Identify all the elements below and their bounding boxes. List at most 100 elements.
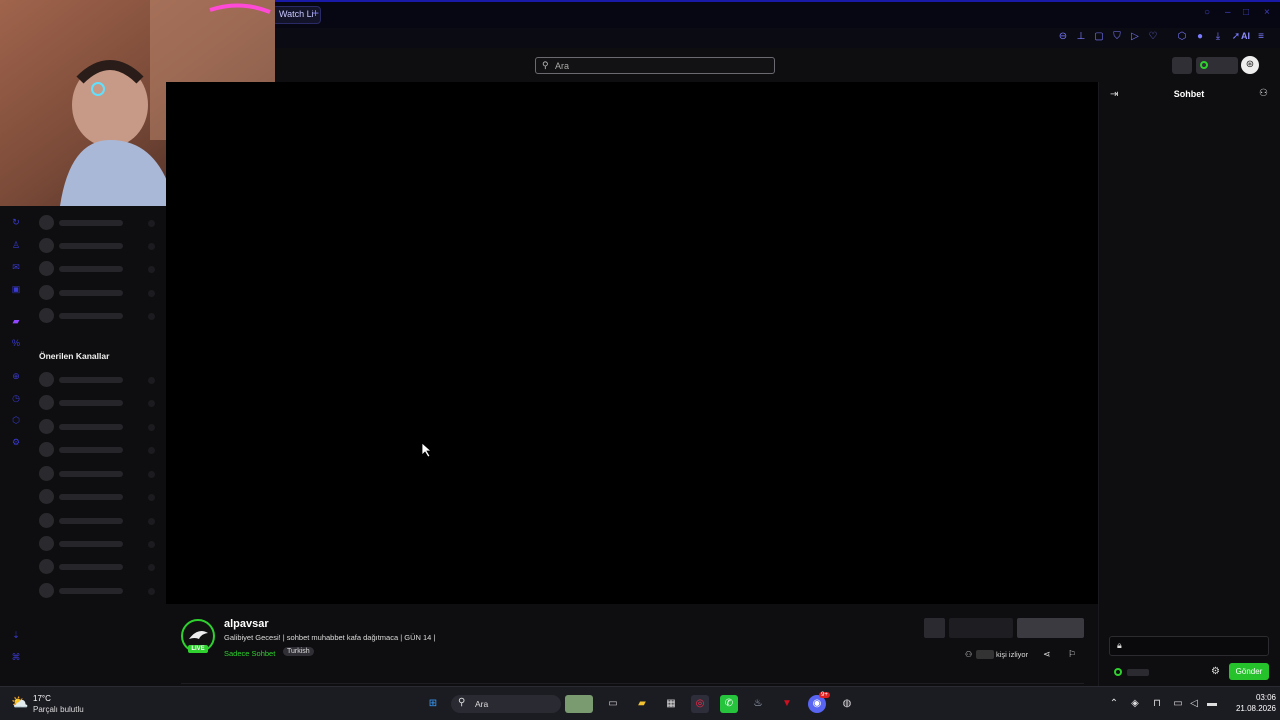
taskbar-search-label: Ara — [475, 699, 489, 709]
search-highlight-image[interactable] — [565, 695, 593, 713]
points-skeleton — [1127, 669, 1149, 676]
header-button[interactable] — [1172, 57, 1192, 74]
send-button[interactable]: Gönder — [1229, 663, 1269, 680]
points-icon[interactable] — [1114, 668, 1122, 676]
weather-text[interactable]: Parçalı bulutlu — [33, 705, 84, 714]
viewer-count-skeleton — [976, 650, 994, 659]
task-view-icon[interactable]: ▭ — [604, 695, 622, 713]
collapse-chat-icon[interactable]: ⇥ — [1110, 89, 1118, 100]
chat-users-icon[interactable]: ⚇ — [1259, 88, 1268, 99]
history-icon[interactable]: ◷ — [10, 392, 22, 404]
download-icon[interactable]: ⤓ — [1212, 31, 1224, 43]
kick-icon[interactable]: ♙ — [10, 239, 22, 251]
gx-icon[interactable]: ⌘ — [10, 651, 22, 663]
taskbar-search[interactable]: ⚲ Ara — [451, 695, 561, 713]
recommended-skeleton-row[interactable] — [39, 419, 159, 434]
steam-icon[interactable]: ♨ — [749, 695, 767, 713]
temperature[interactable]: 17°C — [33, 694, 51, 703]
search-input[interactable]: ⚲ Ara — [535, 57, 775, 74]
recommended-skeleton-row[interactable] — [39, 442, 159, 457]
channel-name[interactable]: alpavsar — [224, 618, 269, 630]
store-icon[interactable]: ▦ — [662, 695, 680, 713]
follow-skeleton-button[interactable] — [1017, 618, 1084, 638]
extensions-icon[interactable]: ⬡ — [1176, 31, 1188, 43]
arrow-icon[interactable]: ⇣ — [10, 629, 22, 641]
skeleton-button[interactable] — [949, 618, 1013, 638]
new-tab-button[interactable]: + — [312, 6, 319, 20]
maximize-icon[interactable]: □ — [1243, 8, 1253, 18]
divider — [181, 683, 1084, 684]
channel-skeleton-row[interactable] — [39, 238, 159, 253]
chat-app-icon[interactable]: ✉ — [10, 261, 22, 273]
opera-gx-icon[interactable]: ◎ — [691, 695, 709, 713]
header-status-button[interactable] — [1196, 57, 1238, 74]
clock-time[interactable]: 03:06 — [1230, 693, 1276, 702]
stream-title: Galibiyet Gecesi! | sohbet muhabbet kafa… — [224, 633, 436, 642]
recommended-skeleton-row[interactable] — [39, 583, 159, 598]
search-placeholder: Ara — [555, 61, 570, 71]
refresh-icon[interactable]: ↻ — [10, 216, 22, 228]
twitch-icon[interactable]: ▰ — [10, 315, 22, 327]
recommended-skeleton-row[interactable] — [39, 536, 159, 551]
channel-skeleton-row[interactable] — [39, 261, 159, 276]
recommended-skeleton-row[interactable] — [39, 559, 159, 574]
search-icon: ⚲ — [458, 697, 466, 708]
tray-expand-icon[interactable]: ⌃ — [1105, 695, 1123, 713]
battery-icon[interactable]: ▬ — [1203, 695, 1221, 713]
channel-skeleton-row[interactable] — [39, 215, 159, 230]
chat-input[interactable]: 🔒︎ — [1109, 636, 1269, 656]
profile-icon[interactable]: ● — [1194, 31, 1206, 43]
search-icon[interactable]: ○ — [1204, 8, 1214, 18]
news-icon[interactable]: ▣ — [10, 283, 22, 295]
recommended-channels-title: Önerilen Kanallar — [39, 351, 110, 361]
channel-skeleton-row[interactable] — [39, 285, 159, 300]
shield-icon[interactable]: ⛉ — [1111, 31, 1123, 43]
viewers-icon: ⚇ — [965, 650, 973, 659]
stream-category[interactable]: Sadece Sohbet — [224, 649, 275, 658]
volume-icon[interactable]: ◁ — [1185, 695, 1203, 713]
settings-icon[interactable]: ⚙ — [10, 436, 22, 448]
close-icon[interactable]: × — [1264, 8, 1274, 18]
recommended-skeleton-row[interactable] — [39, 372, 159, 387]
whatsapp-icon[interactable]: ✆ — [720, 695, 738, 713]
minimize-icon[interactable]: – — [1225, 8, 1235, 18]
menu-icon[interactable]: ≡ — [1255, 31, 1267, 43]
network-tray-icon[interactable]: ◈ — [1126, 695, 1144, 713]
plus-circle-icon[interactable]: ⊕ — [10, 370, 22, 382]
chat-panel — [1098, 82, 1280, 686]
recommended-skeleton-row[interactable] — [39, 466, 159, 481]
video-player[interactable] — [166, 82, 1098, 604]
user-avatar[interactable]: ⊛ — [1241, 56, 1259, 74]
heart-icon[interactable]: ♡ — [1147, 31, 1159, 43]
skeleton-button[interactable] — [924, 618, 945, 638]
chrome-icon[interactable]: ◍ — [838, 695, 856, 713]
status-dot-icon — [1200, 61, 1208, 69]
ai-button[interactable]: AI — [1241, 31, 1250, 41]
zoom-out-icon[interactable]: ⊖ — [1057, 31, 1069, 43]
share-icon[interactable]: ⋖ — [1043, 649, 1051, 660]
recommended-skeleton-row[interactable] — [39, 513, 159, 528]
windows-start-icon[interactable]: ⊞ — [424, 695, 442, 713]
more-icon[interactable]: ⚐ — [1068, 649, 1076, 660]
chat-title: Sohbet — [1173, 89, 1205, 99]
recommended-skeleton-row[interactable] — [39, 489, 159, 504]
play-icon[interactable]: ▷ — [1129, 31, 1141, 43]
stream-info — [166, 604, 1098, 686]
extension-icon[interactable]: ⬡ — [10, 414, 22, 426]
recommended-skeleton-row[interactable] — [39, 395, 159, 410]
weather-icon[interactable]: ⛅ — [11, 694, 28, 711]
live-badge: LIVE — [188, 645, 208, 653]
pin-icon[interactable]: ⊥ — [1075, 31, 1087, 43]
channel-skeleton-row[interactable] — [39, 308, 159, 323]
discord-badge: 9+ — [819, 692, 830, 698]
file-explorer-icon[interactable]: ▰ — [633, 695, 651, 713]
chat-settings-icon[interactable]: ⚙ — [1211, 666, 1220, 677]
mouse-cursor-icon — [421, 442, 433, 458]
language-tag[interactable]: Turkish — [283, 647, 314, 656]
percent-icon[interactable]: % — [10, 337, 22, 349]
clock-date[interactable]: 21.08.2026 — [1224, 704, 1276, 713]
search-icon: ⚲ — [542, 60, 549, 70]
microphone-icon[interactable]: ⊓ — [1148, 695, 1166, 713]
screenshot-icon[interactable]: ▢ — [1093, 31, 1105, 43]
app-icon[interactable]: ▼ — [778, 695, 796, 713]
